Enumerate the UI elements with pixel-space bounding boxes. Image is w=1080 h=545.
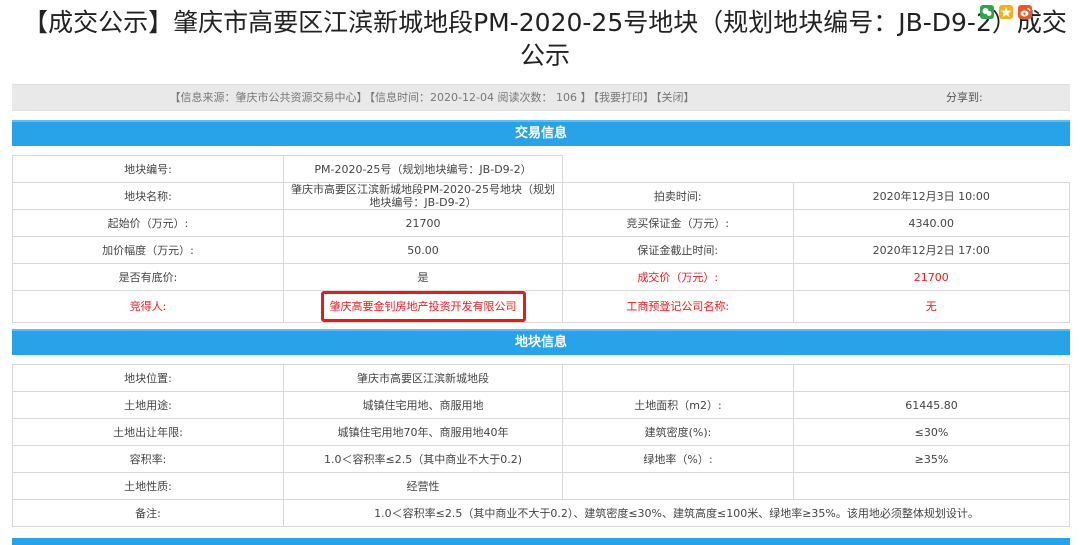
label-cell: 土地出让年限: bbox=[12, 418, 284, 446]
value-cell: 1.0＜容积率≤2.5（其中商业不大于0.2) bbox=[283, 445, 563, 473]
label-cell: 地块名称: bbox=[12, 182, 284, 210]
table-row: 是否有底价: 是 成交价（万元）: 21700 bbox=[12, 263, 1070, 291]
value-cell: 21700 bbox=[283, 209, 563, 237]
weibo-share-icon[interactable] bbox=[1018, 5, 1032, 19]
empty-cell bbox=[793, 156, 1070, 183]
page-title: 【成交公示】肇庆市高要区江滨新城地段PM-2020-25号地块（规划地块编号：J… bbox=[23, 8, 1067, 70]
value-cell: PM-2020-25号（规划地块编号：JB-D9-2） bbox=[283, 155, 563, 183]
table-row: 容积率: 1.0＜容积率≤2.5（其中商业不大于0.2) 绿地率（%）: ≥35… bbox=[12, 445, 1070, 473]
label-cell: 加价幅度（万元）: bbox=[12, 236, 284, 264]
empty-cell bbox=[793, 364, 1070, 392]
company-prereg-value: 无 bbox=[792, 290, 1070, 323]
winner-value-cell: 肇庆高要金钊房地产投资开发有限公司 bbox=[283, 290, 563, 323]
label-cell: 保证金截止时间: bbox=[562, 236, 794, 264]
label-cell: 容积率: bbox=[12, 445, 284, 473]
info-bar: 【信息来源：肇庆市公共资源交易中心】 【信息时间：2020-12-04 阅读次数：… bbox=[12, 84, 1070, 111]
empty-cell bbox=[793, 472, 1070, 500]
value-cell: 61445.80 bbox=[793, 391, 1070, 419]
label-cell: 建筑密度(%): bbox=[562, 418, 794, 446]
share-label: 分享到: bbox=[946, 91, 983, 104]
label-cell: 地块位置: bbox=[12, 364, 284, 392]
value-cell: 2020年12月3日 10:00 bbox=[792, 182, 1070, 210]
info-time: 【信息时间：2020-12-04 阅读次数： 106 】 bbox=[369, 91, 592, 104]
table-row: 备注: 1.0＜容积率≤2.5（其中商业不大于0.2）、建筑密度≤30%、建筑高… bbox=[12, 499, 1070, 527]
empty-cell bbox=[562, 472, 794, 500]
value-cell: 城镇住宅用地70年、商服用地40年 bbox=[283, 418, 563, 446]
label-cell: 绿地率（%）: bbox=[562, 445, 794, 473]
table-row: 地块位置: 肇庆市高要区江滨新城地段 bbox=[12, 364, 1070, 392]
deal-price-label: 成交价（万元）: bbox=[562, 263, 794, 291]
table-row: 加价幅度（万元）: 50.00 保证金截止时间: 2020年12月2日 17:0… bbox=[12, 236, 1070, 264]
remark-label: 备注: bbox=[12, 499, 284, 527]
deal-price-value: 21700 bbox=[792, 263, 1070, 291]
qzone-share-icon[interactable] bbox=[999, 5, 1013, 19]
table-row: 竞得人: 肇庆高要金钊房地产投资开发有限公司 工商预登记公司名称: 无 bbox=[12, 290, 1070, 323]
label-cell: 是否有底价: bbox=[12, 263, 284, 291]
value-cell: 城镇住宅用地、商服用地 bbox=[283, 391, 563, 419]
value-cell: ≥35% bbox=[793, 445, 1070, 473]
value-cell: 是 bbox=[283, 263, 563, 291]
label-cell: 土地用途: bbox=[12, 391, 284, 419]
info-source: 【信息来源：肇庆市公共资源交易中心】 bbox=[169, 91, 368, 104]
table-row: 起始价（万元）: 21700 竞买保证金（万元）: 4340.00 bbox=[12, 209, 1070, 237]
remark-value: 1.0＜容积率≤2.5（其中商业不大于0.2）、建筑密度≤30%、建筑高度≤10… bbox=[283, 499, 1070, 527]
label-cell: 拍卖时间: bbox=[562, 182, 794, 210]
wechat-share-icon[interactable] bbox=[980, 5, 994, 19]
section-divider bbox=[12, 538, 1070, 545]
trade-info-table: 地块编号: PM-2020-25号（规划地块编号：JB-D9-2） 地块名称: … bbox=[12, 155, 1070, 323]
label-cell: 起始价（万元）: bbox=[12, 209, 284, 237]
value-cell: 50.00 bbox=[283, 236, 563, 264]
label-cell: 土地面积（m2）: bbox=[562, 391, 794, 419]
label-cell: 地块编号: bbox=[12, 155, 284, 183]
label-cell: 竞买保证金（万元）: bbox=[562, 209, 794, 237]
value-cell: 经营性 bbox=[283, 472, 563, 500]
table-row: 地块编号: PM-2020-25号（规划地块编号：JB-D9-2） bbox=[12, 155, 1070, 183]
table-row: 土地出让年限: 城镇住宅用地70年、商服用地40年 建筑密度(%): ≤30% bbox=[12, 418, 1070, 446]
close-link[interactable]: 【关闭】 bbox=[656, 91, 695, 104]
value-cell: 2020年12月2日 17:00 bbox=[792, 236, 1070, 264]
empty-cell bbox=[562, 364, 794, 392]
table-row: 地块名称: 肇庆市高要区江滨新城地段PM-2020-25号地块（规划地块编号：J… bbox=[12, 182, 1070, 210]
land-info-table: 地块位置: 肇庆市高要区江滨新城地段 土地用途: 城镇住宅用地、商服用地 土地面… bbox=[12, 364, 1070, 527]
table-row: 土地用途: 城镇住宅用地、商服用地 土地面积（m2）: 61445.80 bbox=[12, 391, 1070, 419]
value-cell: ≤30% bbox=[793, 418, 1070, 446]
table-row: 土地性质: 经营性 bbox=[12, 472, 1070, 500]
value-cell: 肇庆市高要区江滨新城地段PM-2020-25号地块（规划地块编号：JB-D9-2… bbox=[283, 182, 563, 210]
winner-label: 竞得人: bbox=[12, 290, 284, 323]
trade-info-heading: 交易信息 bbox=[12, 120, 1070, 146]
company-prereg-label: 工商预登记公司名称: bbox=[562, 290, 794, 323]
label-cell: 土地性质: bbox=[12, 472, 284, 500]
winner-highlight: 肇庆高要金钊房地产投资开发有限公司 bbox=[320, 291, 526, 322]
value-cell: 4340.00 bbox=[792, 209, 1070, 237]
empty-cell bbox=[563, 156, 794, 183]
land-info-heading: 地块信息 bbox=[12, 329, 1070, 355]
value-cell: 肇庆市高要区江滨新城地段 bbox=[283, 364, 563, 392]
print-link[interactable]: 【我要打印】 bbox=[593, 91, 654, 104]
